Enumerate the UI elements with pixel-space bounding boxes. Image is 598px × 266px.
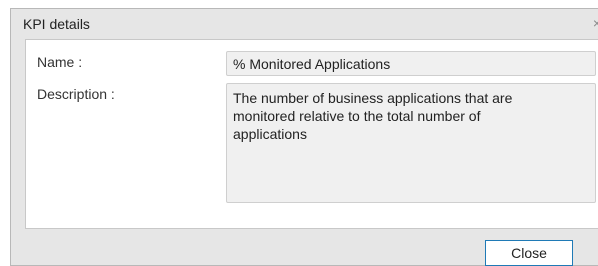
name-label: Name :	[37, 54, 83, 70]
kpi-details-dialog: KPI details × Name : % Monitored Applica…	[10, 8, 598, 266]
details-panel: Name : % Monitored Applications Descript…	[25, 39, 598, 229]
description-field: The number of business applications that…	[226, 83, 596, 203]
dialog-titlebar: KPI details ×	[11, 9, 598, 39]
dialog-title: KPI details	[23, 16, 90, 32]
close-icon[interactable]: ×	[593, 15, 598, 31]
close-button[interactable]: Close	[485, 240, 573, 266]
name-field: % Monitored Applications	[226, 51, 596, 76]
dialog-footer: Close	[11, 229, 598, 266]
description-label: Description :	[37, 86, 115, 102]
